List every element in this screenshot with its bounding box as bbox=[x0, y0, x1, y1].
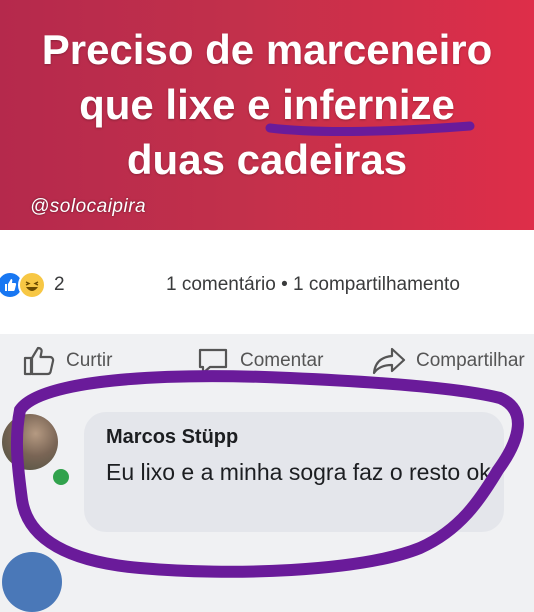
stats-bar: 2 1 comentário • 1 compartilhamento bbox=[0, 230, 534, 334]
engagement-summary[interactable]: 1 comentário • 1 compartilhamento bbox=[166, 274, 460, 296]
next-comment-avatar[interactable] bbox=[2, 552, 62, 612]
online-status-indicator bbox=[50, 466, 72, 488]
post-image: Preciso de marceneiro que lixe e inferni… bbox=[0, 0, 534, 230]
comment-bubble: Marcos Stüpp Eu lixo e a minha sogra faz… bbox=[84, 412, 504, 532]
avatar[interactable] bbox=[2, 414, 58, 470]
comment-section: Marcos Stüpp Eu lixo e a minha sogra faz… bbox=[0, 396, 534, 612]
watermark: @solocaipira bbox=[30, 196, 147, 217]
comment-icon bbox=[198, 348, 228, 375]
comment-text: Eu lixo e a minha sogra faz o resto ok bbox=[106, 459, 491, 485]
comment-author[interactable]: Marcos Stüpp bbox=[106, 426, 238, 449]
comment-button[interactable]: Comentar bbox=[196, 346, 323, 376]
thumbs-up-icon bbox=[23, 346, 55, 376]
reaction-count: 2 bbox=[54, 274, 65, 295]
share-icon bbox=[372, 347, 406, 375]
action-row: Curtir Comentar Compartilhar bbox=[0, 334, 534, 396]
haha-icon bbox=[18, 271, 46, 299]
share-button[interactable]: Compartilhar bbox=[372, 346, 525, 376]
share-label: Compartilhar bbox=[416, 350, 525, 371]
reactions-summary[interactable]: 2 bbox=[0, 271, 65, 299]
like-button[interactable]: Curtir bbox=[22, 346, 112, 376]
comment-label: Comentar bbox=[240, 350, 324, 371]
like-label: Curtir bbox=[66, 350, 113, 371]
